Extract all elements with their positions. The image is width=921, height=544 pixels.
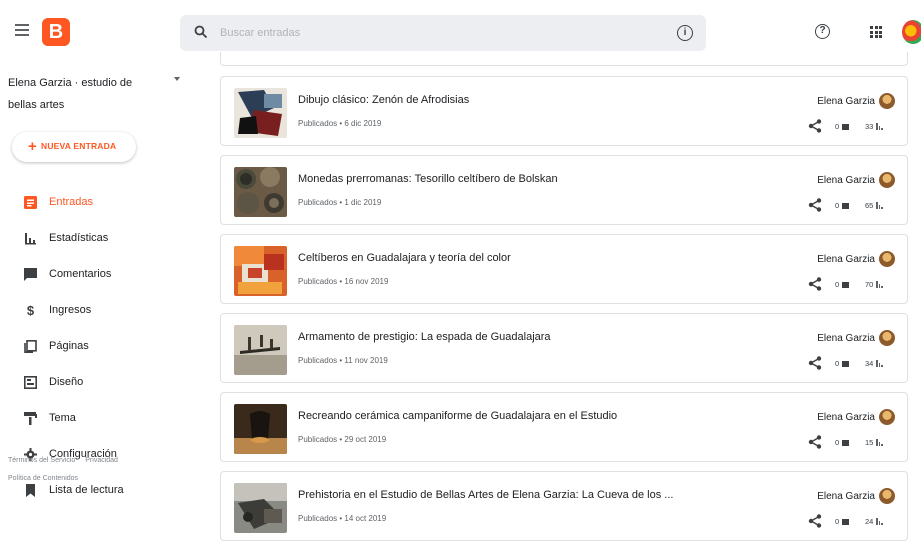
help-icon[interactable]: ? [815, 24, 830, 39]
post-list: Dibujo clásico: Zenón de Afrodisias Publ… [220, 52, 908, 544]
author-avatar [879, 409, 895, 425]
comment-icon [842, 281, 850, 288]
comment-count: 0 [835, 122, 850, 131]
account-avatar[interactable] [902, 20, 921, 44]
comment-icon [842, 360, 850, 367]
sidebar-item-estadisticas[interactable]: Estadísticas [0, 222, 200, 256]
views-icon [876, 439, 883, 446]
layout-icon [24, 376, 37, 389]
comment-count: 0 [835, 280, 850, 289]
share-icon[interactable] [808, 514, 822, 528]
sidebar-item-ingresos[interactable]: $ Ingresos [0, 294, 200, 328]
post-thumbnail [234, 483, 287, 533]
post-thumbnail [234, 325, 287, 375]
content-policy-link[interactable]: Política de Contenidos [8, 475, 78, 482]
post-thumbnail [234, 404, 287, 454]
post-row[interactable]: Prehistoria en el Estudio de Bellas Arte… [220, 471, 908, 541]
post-row[interactable]: Recreando cerámica campaniforme de Guada… [220, 392, 908, 462]
views-icon [876, 281, 883, 288]
comment-icon [842, 123, 850, 130]
sidebar-item-comentarios[interactable]: Comentarios [0, 258, 200, 292]
apps-icon[interactable] [870, 26, 882, 38]
menu-icon[interactable] [15, 24, 29, 36]
view-count: 70 [865, 280, 883, 289]
share-icon[interactable] [808, 435, 822, 449]
view-count: 24 [865, 517, 883, 526]
views-icon [876, 202, 883, 209]
search-icon [194, 25, 208, 39]
view-count: 65 [865, 201, 883, 210]
author-info: Elena Garzia [817, 172, 895, 188]
views-icon [876, 518, 883, 525]
views-icon [876, 360, 883, 367]
dollar-icon: $ [26, 303, 35, 318]
comment-icon [842, 202, 850, 209]
search-bar: i [180, 15, 706, 51]
author-avatar [879, 330, 895, 346]
post-thumbnail [234, 246, 287, 296]
author-info: Elena Garzia [817, 488, 895, 504]
author-info: Elena Garzia [817, 330, 895, 346]
new-post-button[interactable]: + NUEVA ENTRADA [12, 132, 136, 162]
blogger-logo[interactable] [42, 18, 70, 46]
posts-icon [24, 196, 37, 209]
post-row[interactable]: Armamento de prestigio: La espada de Gua… [220, 313, 908, 383]
terms-link[interactable]: Términos del Servicio [8, 457, 75, 464]
stats-icon [25, 233, 36, 245]
comment-icon [842, 439, 850, 446]
post-row[interactable]: Dibujo clásico: Zenón de Afrodisias Publ… [220, 76, 908, 146]
comment-count: 0 [835, 517, 850, 526]
author-avatar [879, 251, 895, 267]
comment-icon [842, 518, 850, 525]
author-info: Elena Garzia [817, 251, 895, 267]
info-icon[interactable]: i [677, 25, 693, 41]
sidebar-item-tema[interactable]: Tema [0, 402, 200, 436]
blog-selector[interactable]: Elena Garzia · estudio de bellas artes [8, 72, 148, 116]
author-avatar [879, 93, 895, 109]
view-count: 15 [865, 438, 883, 447]
comment-count: 0 [835, 359, 850, 368]
sidebar-item-diseno[interactable]: Diseño [0, 366, 200, 400]
privacy-link[interactable]: Privacidad [85, 457, 118, 464]
plus-icon: + [28, 138, 37, 155]
post-row[interactable]: Monedas prerromanas: Tesorillo celtíbero… [220, 155, 908, 225]
view-count: 34 [865, 359, 883, 368]
post-thumbnail [234, 167, 287, 217]
share-icon[interactable] [808, 119, 822, 133]
share-icon[interactable] [808, 198, 822, 212]
sidebar-item-entradas[interactable]: Entradas [0, 186, 200, 220]
sidebar-item-paginas[interactable]: Páginas [0, 330, 200, 364]
search-input[interactable] [220, 23, 640, 43]
view-count: 33 [865, 122, 883, 131]
theme-icon [24, 412, 37, 425]
comments-icon [24, 268, 37, 281]
comment-count: 0 [835, 201, 850, 210]
author-avatar [879, 488, 895, 504]
footer-links: Términos del Servicio Privacidad Polític… [8, 452, 188, 488]
post-row[interactable]: Celtíberos en Guadalajara y teoría del c… [220, 234, 908, 304]
list-top-edge [220, 52, 908, 66]
author-info: Elena Garzia [817, 409, 895, 425]
comment-count: 0 [835, 438, 850, 447]
views-icon [876, 123, 883, 130]
share-icon[interactable] [808, 356, 822, 370]
chevron-down-icon[interactable] [174, 77, 180, 81]
post-thumbnail [234, 88, 287, 138]
share-icon[interactable] [808, 277, 822, 291]
pages-icon [24, 340, 37, 353]
author-avatar [879, 172, 895, 188]
author-info: Elena Garzia [817, 93, 895, 109]
